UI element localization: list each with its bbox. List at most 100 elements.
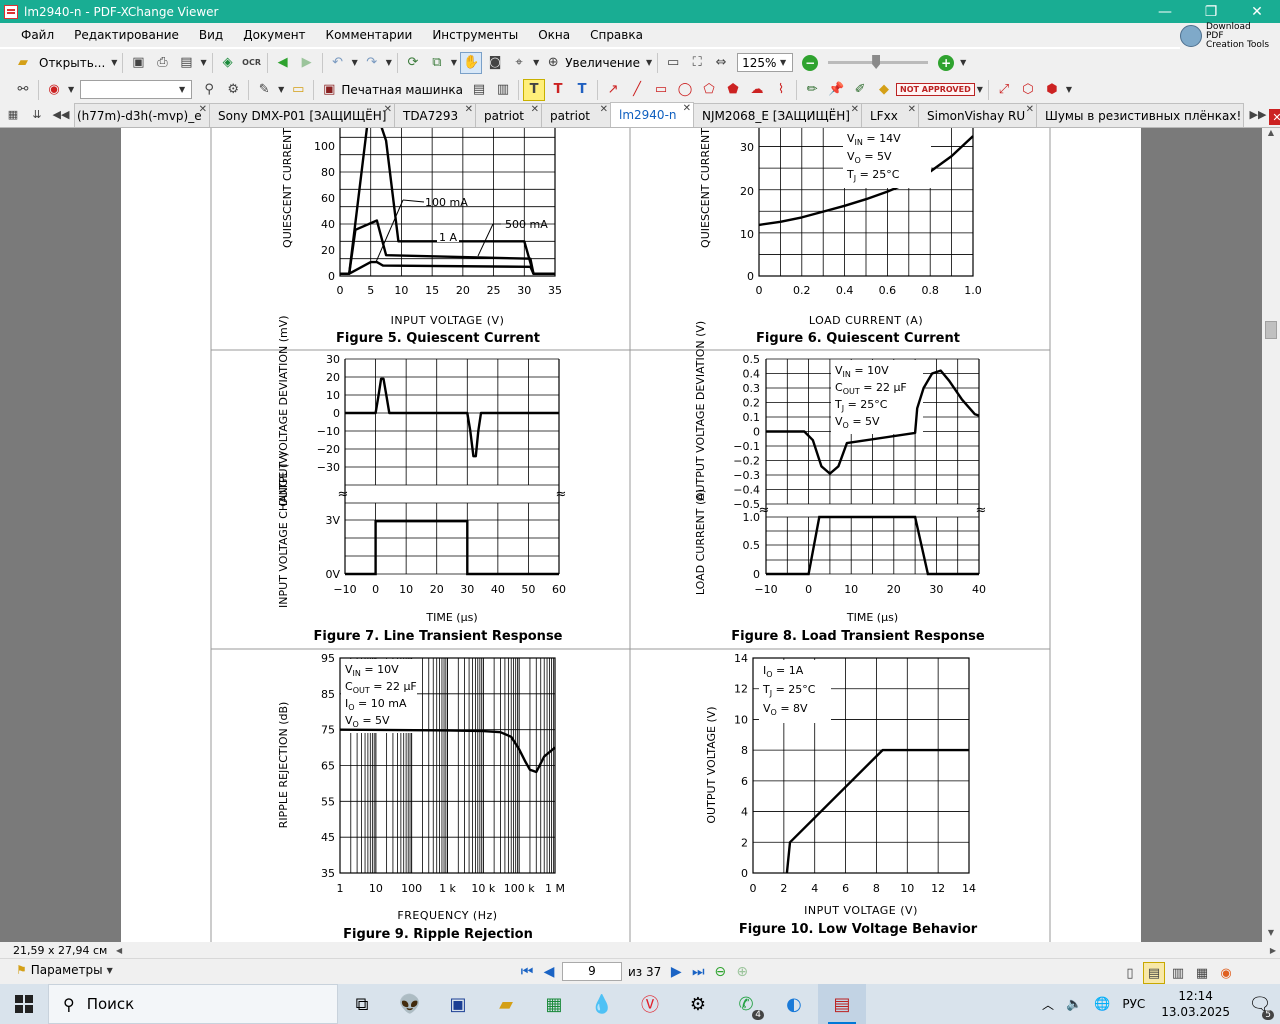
polygon-tool-icon[interactable]: ⬠ [698,79,720,101]
redo-dropdown-icon[interactable]: ▼ [386,58,392,67]
prev-page-icon[interactable]: ◀ [540,963,558,981]
eraser-icon[interactable]: ◆ [873,79,895,101]
hand-tool-icon[interactable]: ✋ [460,51,483,74]
last-page-icon[interactable]: ⏭ [689,963,707,981]
distance-tool-icon[interactable]: ⤢ [993,79,1015,101]
network-icon[interactable]: 🌐 [1094,997,1110,1012]
vertical-scrollbar[interactable]: ▲ ▼ [1262,128,1280,942]
strikeout-icon[interactable]: T [547,79,569,101]
stamp-dropdown-icon[interactable]: ▼ [977,85,983,94]
maximize-button[interactable]: ❐ [1188,0,1234,23]
tab-document[interactable]: TDA7293 ✕ [394,103,476,127]
zoom-icon[interactable]: ⊕ [542,52,564,74]
scroll-down-icon[interactable]: ▼ [1262,928,1280,942]
tab-document-active[interactable]: lm2940-n ✕ [610,102,694,127]
tab-close-icon[interactable]: ✕ [908,104,916,115]
actual-size-icon[interactable]: ▭ [662,52,684,74]
pages-icon[interactable]: ⧉ [426,52,448,74]
scroll-thumb[interactable] [1265,321,1277,339]
file-explorer-icon[interactable]: ▰ [482,984,530,1024]
alien-app-icon[interactable]: 👽 [386,984,434,1024]
search-combo[interactable]: ▼ [80,80,193,99]
tab-close-icon[interactable]: ✕ [600,104,608,115]
menu-windows[interactable]: Окна [528,28,580,42]
find-dropdown-icon[interactable]: ▼ [68,85,74,94]
callout-icon[interactable]: ▥ [492,79,514,101]
tab-document[interactable]: Sony DMX-P01 [ЗАЩИЩЁН] ✕ [209,103,395,127]
spell-dropdown-icon[interactable]: ▼ [278,85,284,94]
export-icon[interactable]: ▤ [175,52,197,74]
spreadsheet-app-icon[interactable]: ▦ [530,984,578,1024]
zoom-out-icon[interactable]: − [799,52,821,74]
tab-close-icon[interactable]: ✕ [851,104,859,115]
export-dropdown-icon[interactable]: ▼ [200,58,206,67]
tab-close-icon[interactable]: ✕ [1026,104,1034,115]
drop-app-icon[interactable]: 💧 [578,984,626,1024]
volume-icon[interactable]: 🔈 [1066,997,1082,1012]
menu-document[interactable]: Документ [233,28,315,42]
note-icon[interactable]: ▭ [287,79,309,101]
download-pdf-tools-button[interactable]: Download PDF Creation Tools [1180,22,1280,49]
pentagon-tool-icon[interactable]: ⬟ [722,79,744,101]
menu-view[interactable]: Вид [189,28,233,42]
edge-icon[interactable]: ◐ [770,984,818,1024]
scroll-up-icon[interactable]: ▲ [1262,128,1280,142]
tab-document[interactable]: NJM2068_E [ЗАЩИЩЁН] ✕ [693,103,862,127]
tab-close-icon[interactable]: ✕ [199,104,207,115]
start-button[interactable] [0,984,48,1024]
tab-document[interactable]: (h77m)-d3h(-mvp)_e ✕ [74,103,210,127]
first-page-icon[interactable]: ⏮ [518,963,536,981]
pencil-tool-icon[interactable]: ✏ [801,79,823,101]
tab-document[interactable]: patriot ✕ [541,103,611,127]
polyline-tool-icon[interactable]: ⌇ [770,79,792,101]
select-tool-icon[interactable]: ⌖ [508,52,530,74]
typewriter-icon[interactable]: ▣ [318,79,340,101]
arrow-tool-icon[interactable]: ↗ [602,79,624,101]
menu-file[interactable]: Файл [0,28,64,42]
undo-dropdown-icon[interactable]: ▼ [352,58,358,67]
ocr-icon[interactable]: OCR [241,52,263,74]
pages-dropdown-icon[interactable]: ▼ [451,58,457,67]
pin-tool-icon[interactable]: 📌 [825,79,847,101]
fit-page-icon[interactable]: ⛶ [686,52,708,74]
typewriter-button[interactable]: Печатная машинка [341,83,463,97]
zoom-slider[interactable] [828,55,929,69]
line-tool-icon[interactable]: ╱ [626,79,648,101]
hscroll-left-icon[interactable]: ◀ [116,946,122,955]
properties-icon[interactable]: ⚙ [222,79,244,101]
stamp-not-approved[interactable]: NOT APPROVED [896,83,975,96]
find-icon[interactable]: ◉ [43,79,65,101]
task-view-icon[interactable]: ⧉ [338,984,386,1024]
tab-document[interactable]: Шумы в резистивных плёнках!!! [1036,103,1244,127]
document-viewport[interactable]: 05101520253035020406080100120INPUT VOLTA… [0,128,1262,942]
textbox-icon[interactable]: ▤ [468,79,490,101]
save-app-icon[interactable]: ▣ [434,984,482,1024]
open-dropdown-icon[interactable]: ▼ [111,58,117,67]
minimize-button[interactable]: — [1142,0,1188,23]
save-icon[interactable]: ▣ [127,52,149,74]
links-icon[interactable]: ⚯ [12,79,34,101]
hscroll-right-icon[interactable]: ▶ [1270,946,1276,955]
notifications-icon[interactable]: 🗨 5 [1240,984,1280,1024]
clock[interactable]: 12:14 13.03.2025 [1161,988,1230,1020]
tab-close-icon[interactable]: ✕ [384,104,392,115]
tab-close-icon[interactable]: ✕ [465,104,473,115]
measure-dropdown-icon[interactable]: ▼ [1066,85,1072,94]
tabs-scroll-left-icon[interactable]: ◀◀ [50,103,72,125]
taskbar-search[interactable]: ⚲ Поиск [48,984,338,1024]
vivaldi-icon[interactable]: Ⓥ [626,984,674,1024]
continuous-facing-icon[interactable]: ▦ [1191,962,1213,984]
history-back-icon[interactable]: ⊖ [711,963,729,981]
snapshot-icon[interactable]: ◙ [484,52,506,74]
menu-help[interactable]: Справка [580,28,653,42]
language-indicator[interactable]: РУС [1122,997,1145,1011]
tray-chevron-icon[interactable]: ︿ [1042,996,1054,1013]
current-page-input[interactable]: 9 [562,962,622,981]
underline-icon[interactable]: T [571,79,593,101]
close-button[interactable]: ✕ [1234,0,1280,23]
close-all-tabs-icon[interactable]: ✕ [1269,109,1280,125]
facing-pages-icon[interactable]: ▥ [1167,962,1189,984]
zoom-in-icon[interactable]: + [935,52,957,74]
tab-close-icon[interactable]: ✕ [531,104,539,115]
forward-icon[interactable]: ▶ [296,52,318,74]
